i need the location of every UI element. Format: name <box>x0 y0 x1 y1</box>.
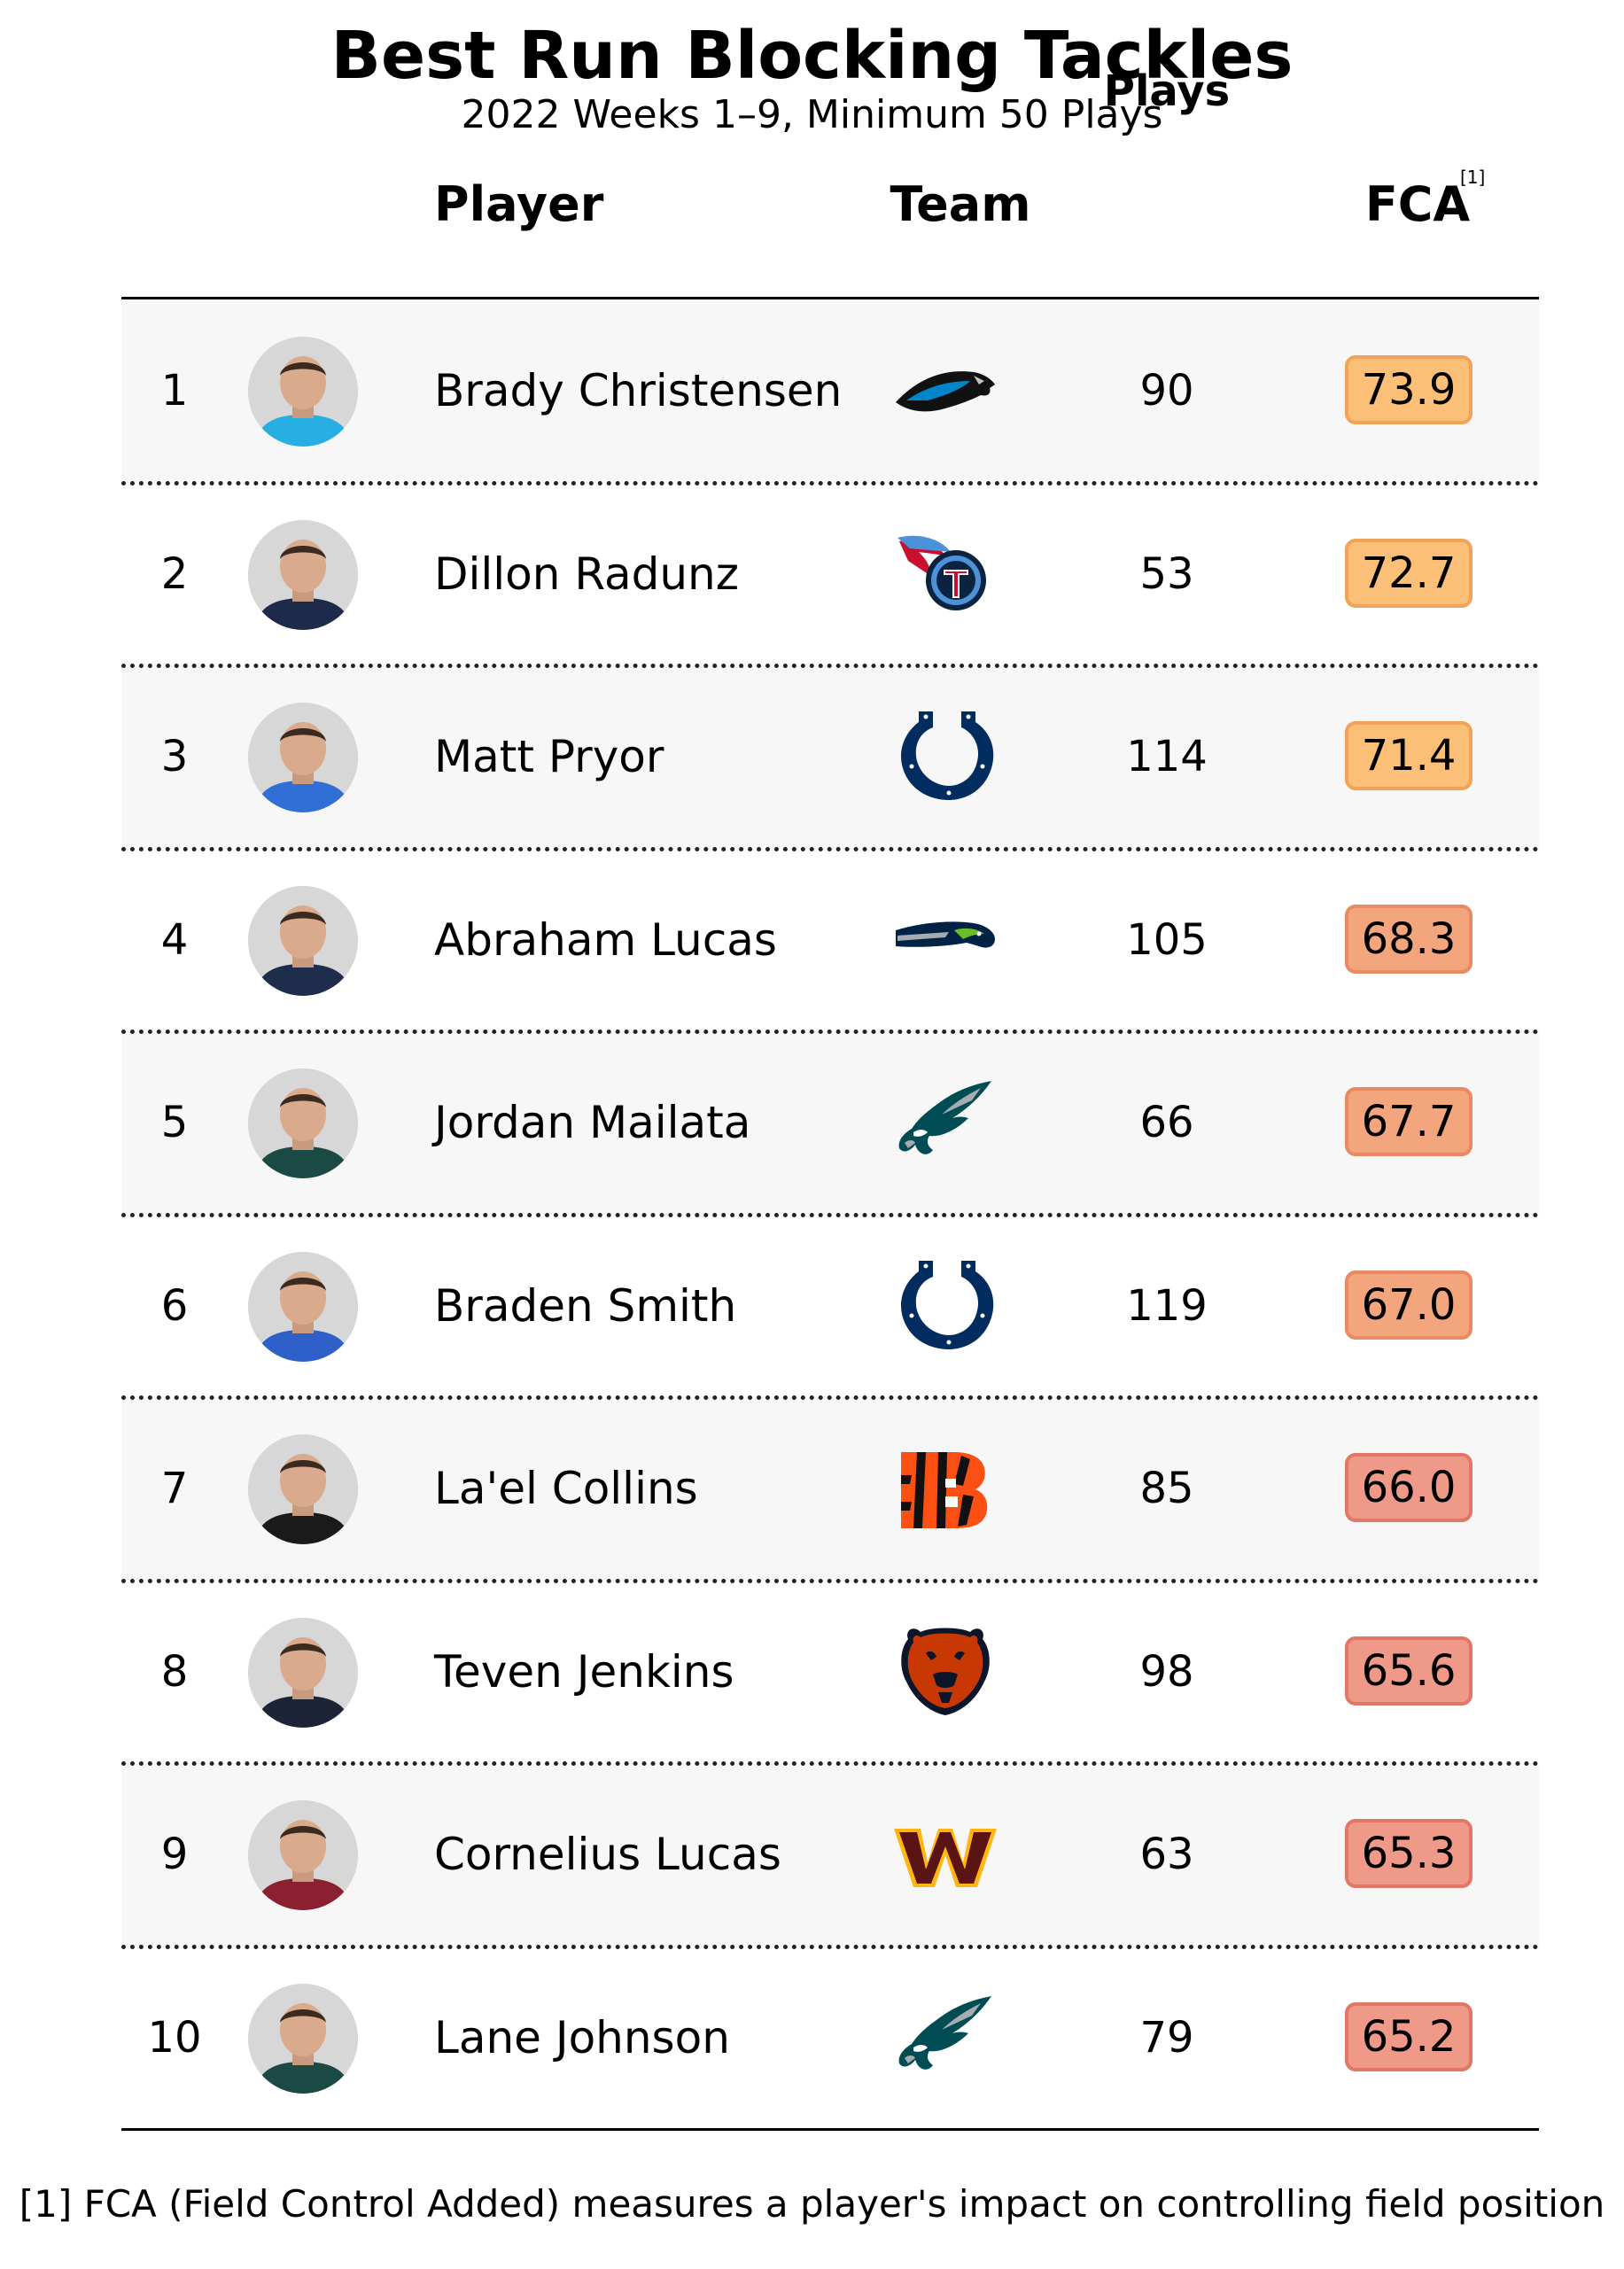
row-divider <box>121 1761 1539 1766</box>
rank-cell: 7 <box>160 1464 189 1513</box>
table-row: 4 Abraham Lucas 105 68.3 <box>121 849 1539 1034</box>
plays-cell: 53 <box>1139 548 1194 599</box>
column-header-player: Player <box>434 176 604 232</box>
player-headshot <box>248 1068 358 1178</box>
table-row: 5 Jordan Mailata 66 67.7 <box>121 1031 1539 1217</box>
rank-cell: 10 <box>147 2012 202 2063</box>
carolina-panthers-logo <box>892 342 998 439</box>
fca-value-badge: 72.7 <box>1345 538 1472 608</box>
fca-value-badge: 67.7 <box>1345 1087 1472 1156</box>
indianapolis-colts-logo <box>892 708 998 805</box>
player-name-cell: La'el Collins <box>434 1463 698 1514</box>
rank-cell: 1 <box>160 366 189 416</box>
indianapolis-colts-logo <box>892 1257 998 1355</box>
philadelphia-eagles-logo <box>892 1989 998 2086</box>
fca-value-badge: 65.2 <box>1345 2001 1472 2071</box>
table-subtitle: 2022 Weeks 1–9, Minimum 50 Plays <box>461 92 1163 137</box>
fca-value-badge: 65.6 <box>1345 1636 1472 1706</box>
column-header-plays: Plays <box>1103 66 1231 116</box>
fca-value-badge: 65.3 <box>1345 1819 1472 1888</box>
player-name-cell: Teven Jenkins <box>434 1645 734 1698</box>
table-row: 2 Dillon Radunz 53 72.7 <box>121 483 1539 668</box>
rank-cell: 6 <box>160 1280 189 1331</box>
plays-cell: 98 <box>1139 1646 1194 1697</box>
row-divider <box>121 1030 1539 1034</box>
rank-cell: 2 <box>160 548 189 599</box>
column-header-team: Team <box>890 176 1031 232</box>
fca-value-badge: 73.9 <box>1345 355 1472 424</box>
fca-value-badge: 67.0 <box>1345 1270 1472 1340</box>
row-divider <box>121 664 1539 668</box>
row-divider <box>121 1578 1539 1583</box>
player-headshot <box>248 519 358 630</box>
fca-value-badge: 66.0 <box>1345 1453 1472 1522</box>
row-divider <box>121 480 1539 486</box>
player-name-cell: Cornelius Lucas <box>434 1829 781 1880</box>
seattle-seahawks-logo <box>892 891 998 989</box>
rank-cell: 9 <box>160 1830 189 1879</box>
row-divider <box>121 846 1539 851</box>
player-name-cell: Jordan Mailata <box>434 1097 751 1148</box>
table-row: 6 Braden Smith 119 67.0 <box>121 1215 1539 1400</box>
plays-cell: 85 <box>1139 1464 1194 1513</box>
plays-cell: 105 <box>1126 914 1208 965</box>
plays-cell: 119 <box>1126 1280 1208 1331</box>
player-headshot <box>248 1617 358 1728</box>
fca-footnote-reference: [1] <box>1460 167 1486 188</box>
player-name-cell: Lane Johnson <box>434 2011 730 2063</box>
rank-cell: 3 <box>160 732 189 781</box>
footnote: [1] FCA (Field Control Added) measures a… <box>19 2182 1605 2226</box>
player-name-cell: Brady Christensen <box>434 365 843 416</box>
player-headshot <box>248 1251 358 1362</box>
table-body: 1 Brady Christensen 90 73.9 2 Dillon Radunz 53… <box>121 299 1539 2129</box>
table-row: 10 Lane Johnson 79 65.2 <box>121 1947 1539 2130</box>
plays-cell: 90 <box>1139 366 1194 416</box>
player-headshot <box>248 1800 358 1910</box>
table-row: 8 Teven Jenkins 98 65.6 <box>121 1581 1539 1766</box>
player-headshot <box>248 1983 358 2094</box>
washington-commanders-logo <box>892 1806 998 1903</box>
plays-cell: 63 <box>1139 1830 1194 1879</box>
row-divider <box>121 1944 1539 1949</box>
table-row: 7 La'el Collins 85 66.0 <box>121 1397 1539 1583</box>
fca-value-badge: 68.3 <box>1345 904 1472 974</box>
rank-cell: 8 <box>160 1646 189 1697</box>
player-name-cell: Abraham Lucas <box>434 913 777 966</box>
player-headshot <box>248 337 358 447</box>
table-title: Best Run Blocking Tackles <box>330 18 1294 94</box>
table-row: 3 Matt Pryor 114 71.4 <box>121 665 1539 851</box>
player-name-cell: Matt Pryor <box>434 731 664 782</box>
row-divider <box>121 1395 1539 1400</box>
cincinnati-bengals-logo <box>892 1440 998 1537</box>
player-headshot <box>248 885 358 996</box>
rank-cell: 4 <box>160 914 189 965</box>
player-name-cell: Dillon Radunz <box>434 548 739 600</box>
fca-value-badge: 71.4 <box>1345 721 1472 790</box>
row-divider <box>121 1212 1539 1217</box>
plays-cell: 79 <box>1139 2012 1194 2063</box>
table-row: 9 Cornelius Lucas 63 65.3 <box>121 1763 1539 1949</box>
player-headshot <box>248 703 358 812</box>
rank-cell: 5 <box>160 1098 189 1147</box>
player-name-cell: Braden Smith <box>434 1279 737 1332</box>
table-row: 1 Brady Christensen 90 73.9 <box>121 299 1539 486</box>
plays-cell: 66 <box>1139 1098 1194 1147</box>
chicago-bears-logo <box>892 1623 998 1721</box>
player-headshot <box>248 1434 358 1544</box>
plays-cell: 114 <box>1126 732 1208 781</box>
philadelphia-eagles-logo <box>892 1074 998 1171</box>
tennessee-titans-logo <box>892 525 998 623</box>
bottom-rule <box>121 2128 1539 2131</box>
